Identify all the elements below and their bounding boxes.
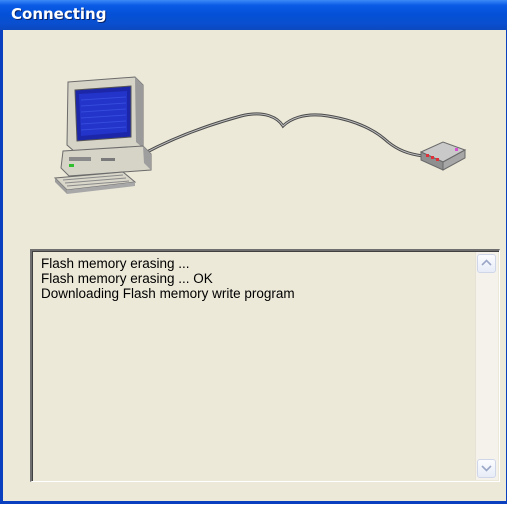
usb-device-icon xyxy=(419,141,467,171)
connection-illustration xyxy=(53,76,467,194)
connecting-dialog: Connecting Flash memory erasing ... Flas… xyxy=(0,0,507,504)
chevron-down-icon xyxy=(481,465,492,472)
title-bar[interactable]: Connecting xyxy=(0,0,507,30)
log-line: Downloading Flash memory write program xyxy=(41,286,295,301)
status-log[interactable]: Flash memory erasing ... Flash memory er… xyxy=(30,249,500,482)
log-line: Flash memory erasing ... OK xyxy=(41,271,213,286)
log-line: Flash memory erasing ... xyxy=(41,256,190,271)
scroll-up-button[interactable] xyxy=(477,254,496,273)
window-title: Connecting xyxy=(11,5,107,23)
vertical-scrollbar[interactable] xyxy=(475,252,498,480)
scroll-down-button[interactable] xyxy=(477,459,496,478)
computer-icon xyxy=(53,76,152,194)
log-text: Flash memory erasing ... Flash memory er… xyxy=(41,256,466,301)
chevron-up-icon xyxy=(481,259,492,266)
